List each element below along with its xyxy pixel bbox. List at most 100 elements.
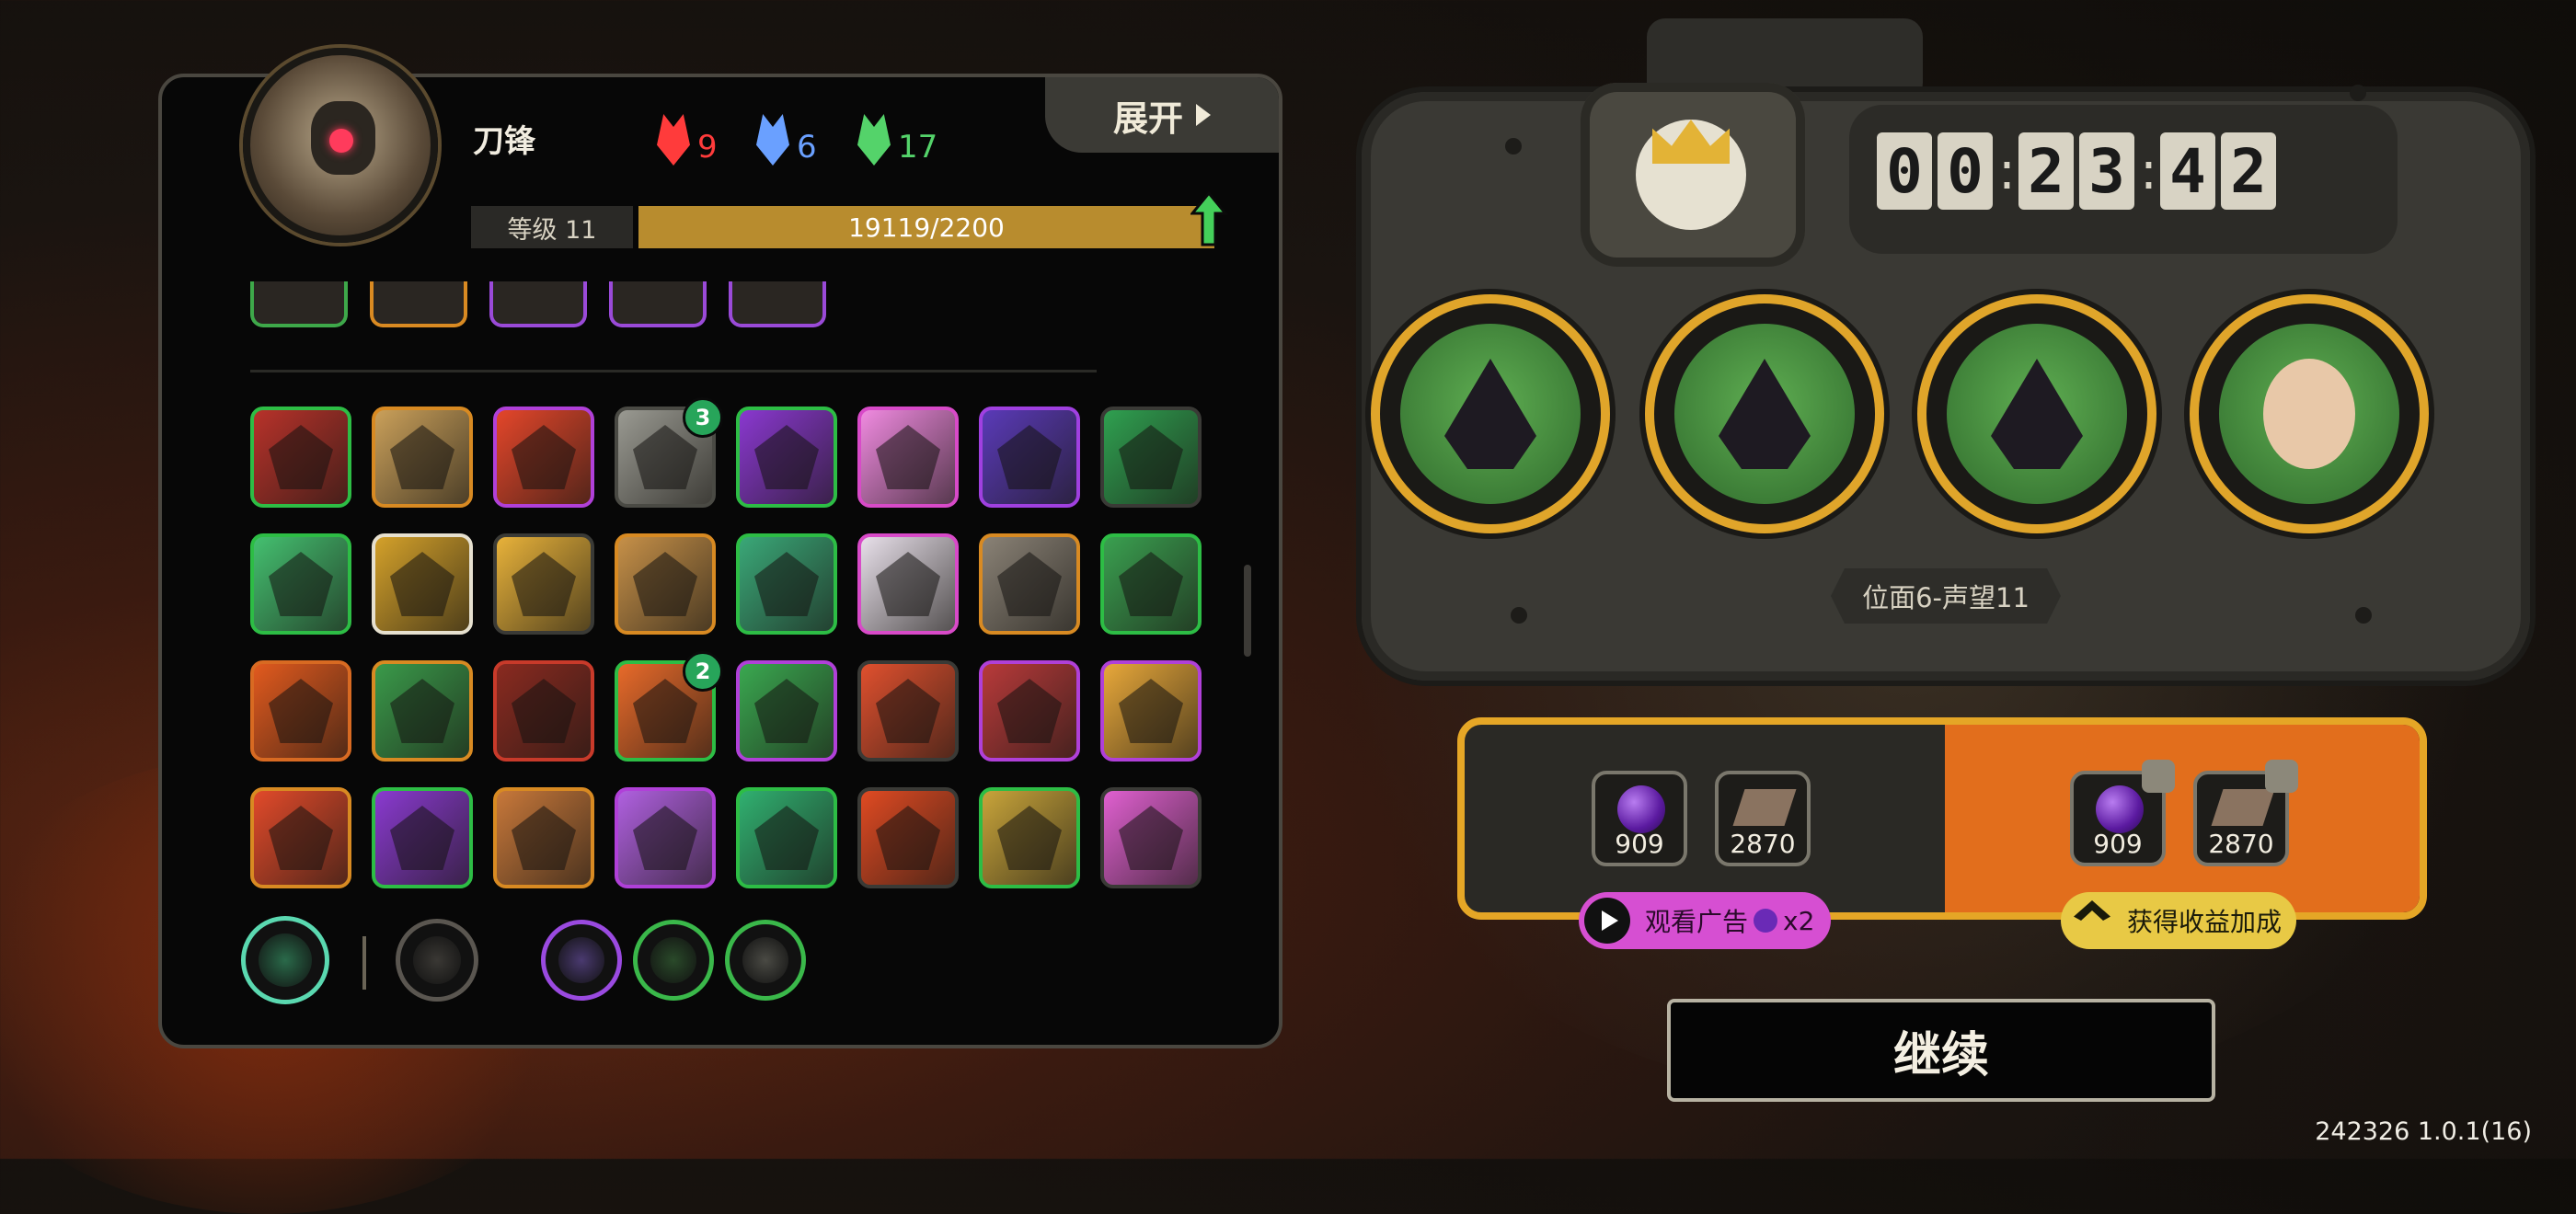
portrait-figure xyxy=(2263,359,2355,469)
bonus-button[interactable]: 获得收益加成 xyxy=(2061,892,2296,949)
skill-glyph xyxy=(269,425,333,489)
reward-book-boosted[interactable]: 2870 xyxy=(2193,760,2298,866)
pointing-hand-icon[interactable] xyxy=(857,660,959,762)
purple-drip-icon[interactable] xyxy=(615,787,716,888)
watch-ad-button[interactable]: 观看广告 x2 xyxy=(1579,892,1831,949)
mask-face-icon[interactable] xyxy=(857,533,959,635)
resource-blue-value: 6 xyxy=(797,129,817,166)
explosion-icon[interactable] xyxy=(493,533,594,635)
flame-face-icon[interactable] xyxy=(250,660,351,762)
reward-orb[interactable]: 909 xyxy=(1592,771,1687,866)
green-tooth-icon[interactable] xyxy=(372,660,473,762)
skill-glyph xyxy=(997,806,1062,870)
lightning-icon[interactable] xyxy=(493,407,594,508)
timer-digits: 0 0 : 2 3 : 4 2 xyxy=(1877,132,2276,210)
skill-glyph xyxy=(269,679,333,743)
silver-triangle-icon[interactable] xyxy=(725,920,806,1001)
green-wind-icon[interactable] xyxy=(241,916,329,1004)
green-shards-icon[interactable] xyxy=(736,787,837,888)
wood-slash-icon[interactable] xyxy=(493,787,594,888)
feather-knife-icon[interactable] xyxy=(396,919,478,1002)
spike-icon[interactable] xyxy=(615,533,716,635)
skill-glyph xyxy=(754,552,819,616)
partial-skill-icon[interactable] xyxy=(370,281,467,327)
level-up-arrow-icon[interactable] xyxy=(1190,191,1227,246)
skill-glyph xyxy=(390,552,454,616)
fire-icon[interactable] xyxy=(857,787,959,888)
purple-claws-icon[interactable] xyxy=(372,787,473,888)
avatar-eye xyxy=(329,129,353,153)
red-rings-icon[interactable] xyxy=(493,660,594,762)
gear-eye-icon[interactable] xyxy=(372,407,473,508)
curly-hair-man-icon[interactable] xyxy=(2199,304,2420,524)
gold-insignia-icon[interactable] xyxy=(541,920,622,1001)
skill-glyph xyxy=(754,425,819,489)
expand-button[interactable]: 展开 xyxy=(1045,77,1279,153)
reward-book[interactable]: 2870 xyxy=(1715,771,1811,866)
equip-glyph xyxy=(413,936,461,984)
dragon-head-icon[interactable] xyxy=(250,407,351,508)
coin-shield-icon[interactable] xyxy=(979,787,1080,888)
pink-flame-icon[interactable] xyxy=(1100,787,1202,888)
partial-skill-icon[interactable] xyxy=(250,281,348,327)
timer-digit: 2 xyxy=(2221,132,2276,210)
skill-glyph xyxy=(633,552,697,616)
partial-skill-icon[interactable] xyxy=(609,281,707,327)
version-text: 242326 1.0.1(16) xyxy=(2315,1117,2532,1146)
continue-button[interactable]: 继续 xyxy=(1667,999,2215,1102)
warning-triangle-icon[interactable] xyxy=(736,407,837,508)
fanged-beast-icon[interactable] xyxy=(1654,304,1875,524)
blue-mask-icon xyxy=(756,114,789,166)
round-shield-icon[interactable] xyxy=(979,533,1080,635)
red-cursor-icon[interactable] xyxy=(1100,533,1202,635)
red-pod-icon[interactable] xyxy=(979,660,1080,762)
divider xyxy=(250,370,1097,372)
skill-glyph xyxy=(876,552,940,616)
separator xyxy=(362,936,366,990)
skill-glyph xyxy=(1119,425,1183,489)
purple-orb-icon xyxy=(2096,785,2144,833)
skill-glyph xyxy=(876,679,940,743)
screw xyxy=(1505,138,1522,155)
bell-icon[interactable] xyxy=(1100,660,1202,762)
green-slash-icon[interactable] xyxy=(736,660,837,762)
reward-orb-boosted[interactable]: 909 xyxy=(2070,760,2175,866)
equip-glyph xyxy=(650,937,696,983)
wings-icon[interactable]: 2 xyxy=(615,651,723,762)
hero-name: 刀锋 xyxy=(473,123,535,160)
book-icon xyxy=(1732,789,1797,826)
skill-glyph xyxy=(269,806,333,870)
green-mask-icon xyxy=(857,114,891,166)
crystal-icon[interactable] xyxy=(979,407,1080,508)
skill-glyph xyxy=(512,425,576,489)
skill-glyph xyxy=(633,679,697,743)
arrows-icon[interactable] xyxy=(736,533,837,635)
partial-skill-icon[interactable] xyxy=(489,281,587,327)
skill-glyph xyxy=(754,679,819,743)
plane-label: 位面6-声望11 xyxy=(1831,568,2061,624)
skill-glyph xyxy=(512,552,576,616)
red-flower-icon[interactable] xyxy=(250,787,351,888)
boss-frame xyxy=(1581,83,1805,267)
skill-glyph xyxy=(876,806,940,870)
reward-value: 2870 xyxy=(2208,829,2274,859)
timer-digit: 0 xyxy=(1938,132,1993,210)
hero-avatar[interactable] xyxy=(243,48,438,243)
hooded-figure-icon[interactable] xyxy=(1380,304,1601,524)
pink-burst-icon[interactable] xyxy=(857,407,959,508)
lock-icon xyxy=(2265,760,2298,793)
play-icon xyxy=(1584,898,1630,944)
skill-glyph xyxy=(997,679,1062,743)
partial-skill-icon[interactable] xyxy=(729,281,826,327)
green-claws-icon[interactable] xyxy=(1100,407,1202,508)
scrollbar[interactable] xyxy=(1244,565,1251,657)
green-flask-icon[interactable] xyxy=(633,920,714,1001)
armored-box-icon[interactable]: 3 xyxy=(615,397,723,508)
green-diamond-icon[interactable] xyxy=(250,533,351,635)
skill-glyph xyxy=(876,425,940,489)
timer-digit: 0 xyxy=(1877,132,1932,210)
golden-helm-icon[interactable] xyxy=(372,533,473,635)
robot-head-icon[interactable] xyxy=(1926,304,2147,524)
purple-orb-icon xyxy=(1754,909,1778,933)
watch-ad-label: 观看广告 xyxy=(1645,907,1749,937)
